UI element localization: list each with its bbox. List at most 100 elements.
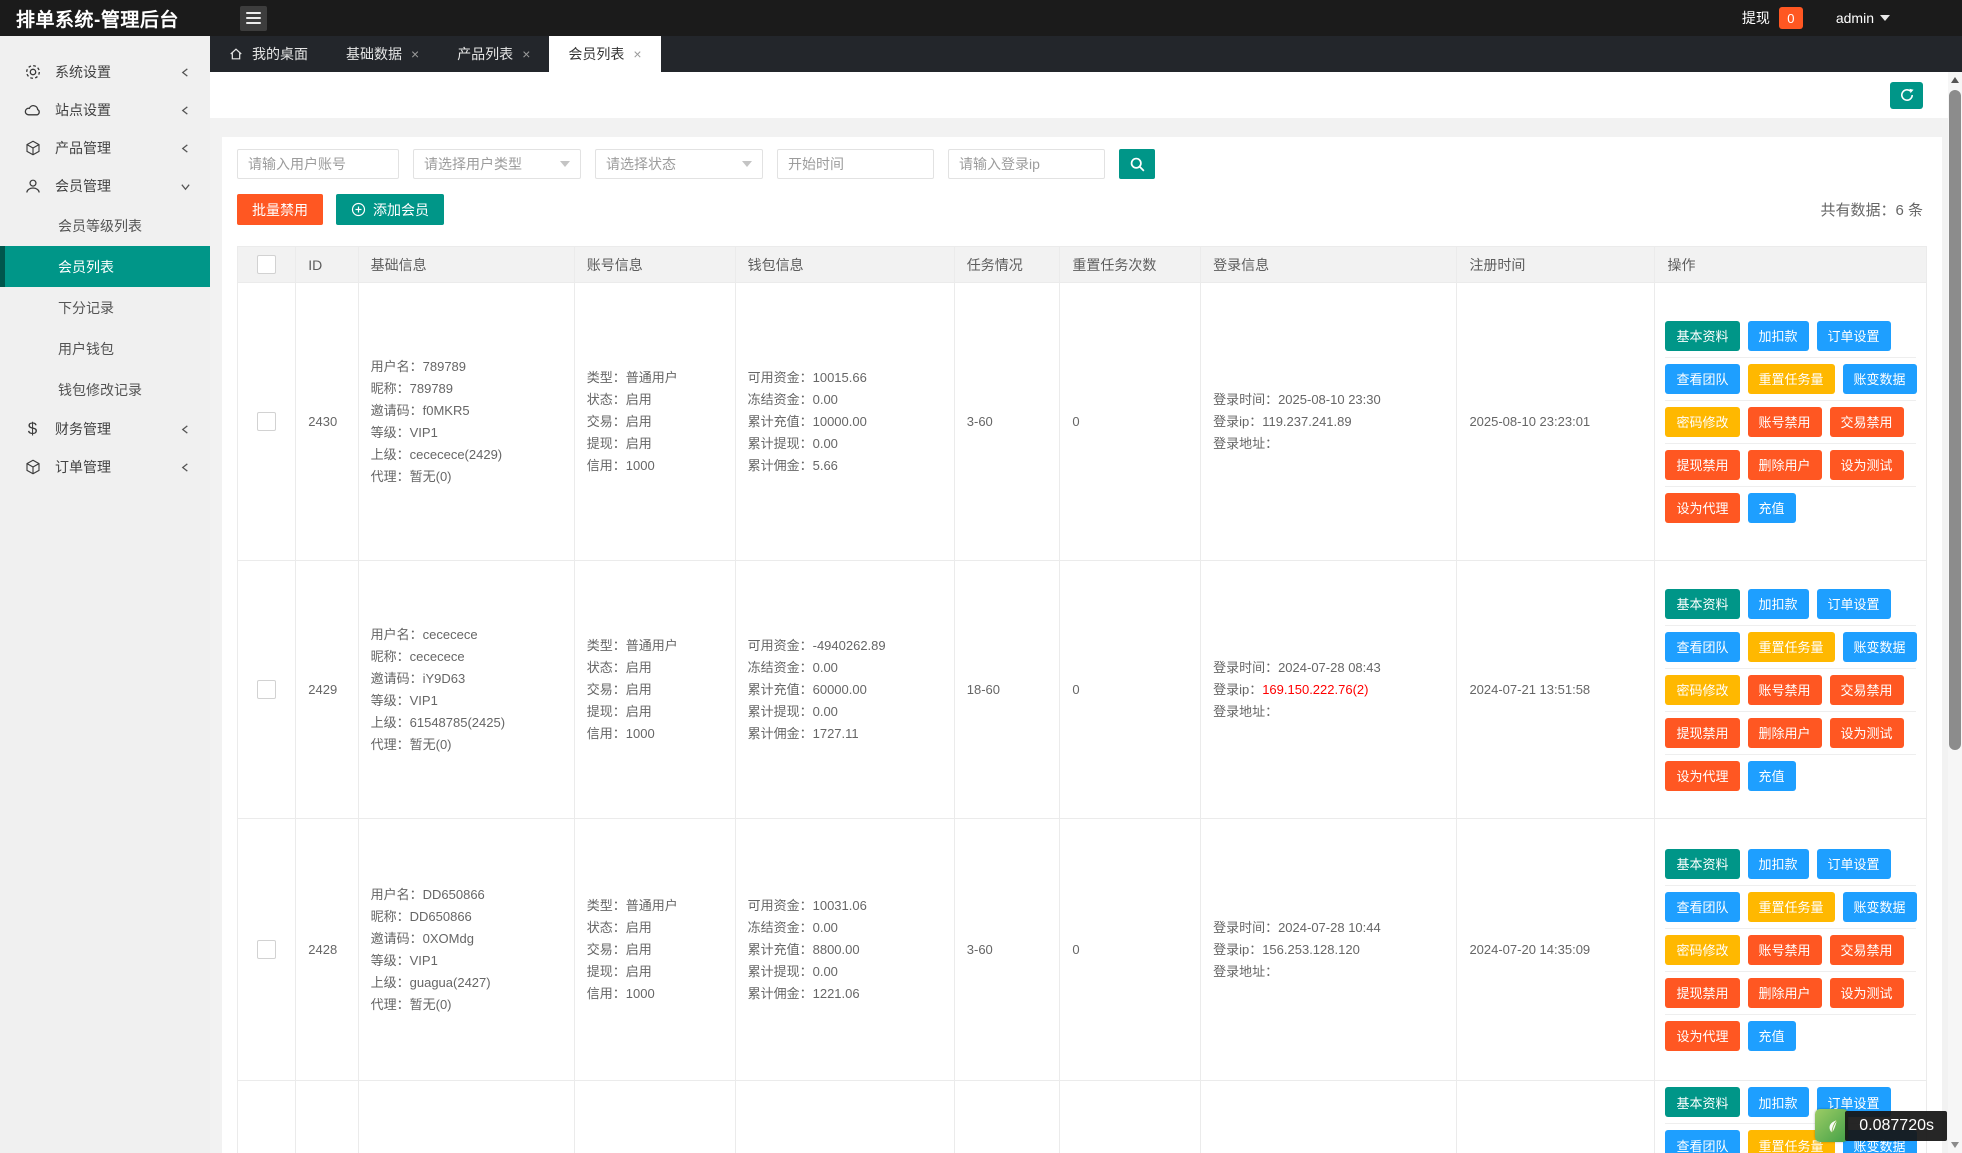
op-button[interactable]: 账变数据 xyxy=(1843,632,1917,662)
chevron-left-icon xyxy=(180,424,191,435)
op-button[interactable]: 账变数据 xyxy=(1843,892,1917,922)
op-button[interactable]: 设为代理 xyxy=(1665,761,1739,791)
op-button[interactable]: 充值 xyxy=(1748,761,1796,791)
op-button[interactable]: 充值 xyxy=(1748,493,1796,523)
account-input[interactable] xyxy=(237,149,399,179)
op-button[interactable]: 设为代理 xyxy=(1665,493,1739,523)
op-button[interactable]: 交易禁用 xyxy=(1830,935,1904,965)
close-icon[interactable]: × xyxy=(633,47,641,61)
op-button[interactable]: 设为测试 xyxy=(1830,718,1904,748)
op-button[interactable]: 充值 xyxy=(1748,1021,1796,1051)
op-button[interactable]: 账变数据 xyxy=(1843,364,1917,394)
sidebar-subitem[interactable]: 会员等级列表 xyxy=(0,205,210,246)
sidebar-subitem-active[interactable]: 会员列表 xyxy=(0,246,210,287)
op-button[interactable]: 设为测试 xyxy=(1830,978,1904,1008)
op-button[interactable]: 提现禁用 xyxy=(1665,450,1739,480)
op-button[interactable]: 加扣款 xyxy=(1748,849,1809,879)
op-button[interactable]: 密码修改 xyxy=(1665,407,1739,437)
row-checkbox[interactable] xyxy=(257,412,276,431)
op-button[interactable]: 基本资料 xyxy=(1665,589,1739,619)
op-button[interactable]: 提现禁用 xyxy=(1665,978,1739,1008)
sidebar-subitem[interactable]: 钱包修改记录 xyxy=(0,369,210,410)
sidebar-subitem[interactable]: 用户钱包 xyxy=(0,328,210,369)
op-button[interactable]: 删除用户 xyxy=(1748,718,1822,748)
tab[interactable]: 基础数据× xyxy=(327,36,438,72)
op-button[interactable]: 加扣款 xyxy=(1748,1087,1809,1117)
info-line: 上级：guagua(2427) xyxy=(371,972,562,994)
batch-disable-button[interactable]: 批量禁用 xyxy=(237,194,323,225)
op-button[interactable]: 设为测试 xyxy=(1830,450,1904,480)
tab-label: 我的桌面 xyxy=(252,44,308,64)
op-button[interactable]: 基本资料 xyxy=(1665,1087,1739,1117)
op-button[interactable]: 订单设置 xyxy=(1817,849,1891,879)
scrollbar-thumb[interactable] xyxy=(1949,90,1961,750)
add-member-button[interactable]: 添加会员 xyxy=(336,194,444,225)
op-button[interactable]: 基本资料 xyxy=(1665,321,1739,351)
op-button[interactable]: 加扣款 xyxy=(1748,589,1809,619)
user-type-select[interactable]: 请选择用户类型 xyxy=(413,149,581,179)
op-button[interactable]: 删除用户 xyxy=(1748,978,1822,1008)
status-select[interactable]: 请选择状态 xyxy=(595,149,763,179)
login-addr-line: 登录地址： xyxy=(1213,701,1444,723)
sidebar-subitem-label: 下分记录 xyxy=(58,298,114,318)
sidebar-item[interactable]: 系统设置 xyxy=(0,53,210,91)
op-button[interactable]: 账号禁用 xyxy=(1748,675,1822,705)
op-button[interactable]: 重置任务量 xyxy=(1748,632,1835,662)
info-line: 状态：启用 xyxy=(587,389,723,411)
search-button[interactable] xyxy=(1119,149,1155,179)
sidebar-item[interactable]: $财务管理 xyxy=(0,410,210,448)
op-button[interactable]: 重置任务量 xyxy=(1748,892,1835,922)
op-button[interactable]: 密码修改 xyxy=(1665,935,1739,965)
op-button[interactable]: 密码修改 xyxy=(1665,675,1739,705)
info-line: 提现：启用 xyxy=(587,433,723,455)
refresh-button[interactable] xyxy=(1890,82,1923,109)
op-button[interactable]: 订单设置 xyxy=(1817,321,1891,351)
add-member-label: 添加会员 xyxy=(373,200,429,220)
op-button[interactable]: 提现禁用 xyxy=(1665,718,1739,748)
basic-info-cell: 用户名：guagua昵称：guagua邀请码： xyxy=(358,1081,574,1153)
sidebar-item-label: 财务管理 xyxy=(55,419,111,439)
info-line: 信用：1000 xyxy=(587,455,723,477)
vertical-scrollbar[interactable] xyxy=(1948,72,1962,1153)
info-line: 代理：暂无(0) xyxy=(371,994,562,1016)
op-button[interactable]: 查看团队 xyxy=(1665,1130,1739,1153)
tab[interactable]: 产品列表× xyxy=(438,36,549,72)
sidebar-item[interactable]: 会员管理 xyxy=(0,167,210,205)
row-checkbox[interactable] xyxy=(257,940,276,959)
op-button[interactable]: 设为代理 xyxy=(1665,1021,1739,1051)
scroll-down-icon[interactable] xyxy=(1951,1142,1959,1148)
op-button[interactable]: 订单设置 xyxy=(1817,589,1891,619)
home-icon xyxy=(229,47,243,61)
tab[interactable]: 我的桌面 xyxy=(210,36,327,72)
op-button[interactable]: 账号禁用 xyxy=(1748,935,1822,965)
withdraw-link[interactable]: 提现 xyxy=(1742,8,1770,28)
info-line: 提现：启用 xyxy=(587,961,723,983)
login-ip-input[interactable] xyxy=(948,149,1105,179)
op-button[interactable]: 交易禁用 xyxy=(1830,675,1904,705)
sidebar-item[interactable]: 订单管理 xyxy=(0,448,210,486)
tab-active[interactable]: 会员列表× xyxy=(549,36,660,72)
sidebar-item[interactable]: 站点设置 xyxy=(0,91,210,129)
total-count-text: 共有数据：6 条 xyxy=(1820,199,1927,220)
close-icon[interactable]: × xyxy=(411,47,419,61)
op-button[interactable]: 查看团队 xyxy=(1665,364,1739,394)
start-time-input[interactable] xyxy=(777,149,934,179)
op-button[interactable]: 查看团队 xyxy=(1665,892,1739,922)
op-button[interactable]: 删除用户 xyxy=(1748,450,1822,480)
chevron-down-icon xyxy=(180,181,191,192)
op-button[interactable]: 查看团队 xyxy=(1665,632,1739,662)
op-button[interactable]: 账号禁用 xyxy=(1748,407,1822,437)
op-button[interactable]: 重置任务量 xyxy=(1748,364,1835,394)
sidebar-subitem[interactable]: 下分记录 xyxy=(0,287,210,328)
op-button[interactable]: 交易禁用 xyxy=(1830,407,1904,437)
op-button[interactable]: 加扣款 xyxy=(1748,321,1809,351)
close-icon[interactable]: × xyxy=(522,47,530,61)
row-checkbox[interactable] xyxy=(257,680,276,699)
select-all-checkbox[interactable] xyxy=(257,255,276,274)
menu-toggle-icon[interactable] xyxy=(240,6,267,31)
sidebar-item[interactable]: 产品管理 xyxy=(0,129,210,167)
scroll-up-icon[interactable] xyxy=(1951,77,1959,83)
op-button[interactable]: 基本资料 xyxy=(1665,849,1739,879)
withdraw-count-badge[interactable]: 0 xyxy=(1779,7,1803,29)
user-menu[interactable]: admin xyxy=(1836,10,1890,26)
